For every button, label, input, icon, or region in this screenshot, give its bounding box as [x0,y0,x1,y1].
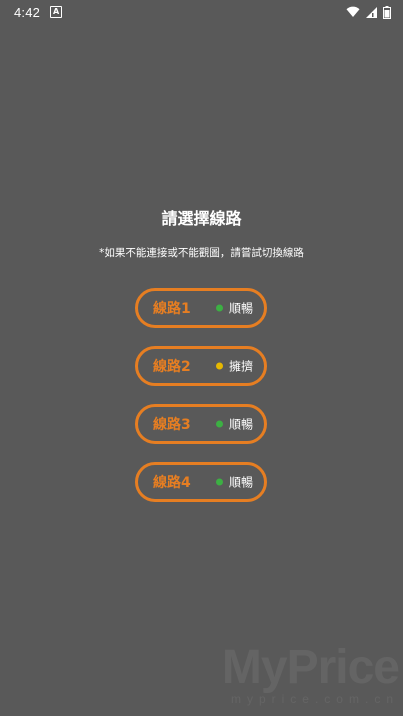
status-right [346,5,391,19]
route-status-text: 順暢 [229,301,254,316]
route-status: 順暢 [216,474,253,491]
notification-icon: A [50,6,63,18]
battery-icon [383,5,391,19]
route-button-1[interactable]: 線路1 順暢 [135,288,267,328]
watermark: MyPrice myprice.com.cn [219,641,400,714]
route-status: 順暢 [216,416,253,433]
route-status: 順暢 [216,300,253,317]
route-label: 線路3 [153,417,191,433]
route-button-3[interactable]: 線路3 順暢 [135,404,267,444]
route-status-text: 順暢 [229,475,254,490]
route-status-text: 順暢 [229,417,254,432]
route-button-2[interactable]: 線路2 擁擠 [135,346,267,386]
route-label: 線路4 [153,475,191,491]
route-button-4[interactable]: 線路4 順暢 [135,462,267,502]
route-label: 線路2 [153,359,191,375]
status-dot-icon [216,420,223,428]
page-title: 請選擇線路 [161,209,242,228]
signal-icon [366,6,377,18]
status-dot-icon [216,304,223,312]
status-bar: 4:42 A [0,0,403,24]
status-time: 4:42 [14,4,41,20]
page-subtitle: *如果不能連接或不能觀圖，請嘗試切換線路 [99,247,304,259]
watermark-logo: MyPrice [221,641,400,694]
route-status: 擁擠 [216,358,253,375]
route-label: 線路1 [153,301,191,317]
watermark-url: myprice.com.cn [230,692,399,706]
route-status-text: 擁擠 [229,359,254,374]
status-dot-icon [216,362,223,370]
status-left: 4:42 A [14,4,63,20]
wifi-icon [346,6,360,17]
status-dot-icon [216,478,223,486]
